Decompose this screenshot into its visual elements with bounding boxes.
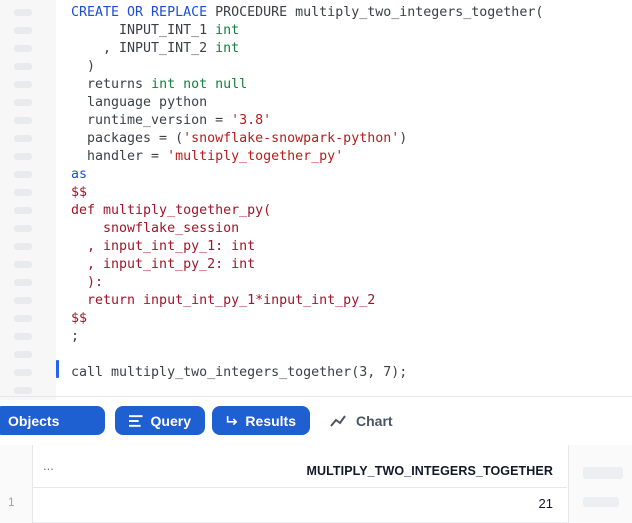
line-number <box>14 351 32 358</box>
line-number <box>14 45 32 52</box>
tab-chart[interactable]: Chart <box>330 406 393 435</box>
code-line[interactable]: , input_int_py_1: int <box>71 238 543 256</box>
code-token: CREATE OR REPLACE <box>71 5 216 20</box>
code-line[interactable]: return input_int_py_1*input_int_py_2 <box>71 292 543 310</box>
code-token: int <box>215 23 240 38</box>
code-line[interactable]: snowflake_session <box>71 220 543 238</box>
code-token: snowflake_session <box>71 221 240 236</box>
code-line[interactable]: ; <box>71 328 543 346</box>
code-token: handler = <box>71 149 168 164</box>
tab-query-label: Query <box>150 412 191 429</box>
line-number <box>14 9 32 16</box>
active-statement-marker <box>56 360 59 378</box>
result-tabs: Objects Query Results Chart <box>0 402 632 438</box>
line-number <box>14 63 32 70</box>
code-token: $$ <box>71 185 88 200</box>
line-number <box>14 387 32 394</box>
code-token: , INPUT_INT_2 <box>71 41 216 56</box>
code-token: int <box>215 41 240 56</box>
query-lines-icon <box>129 414 143 427</box>
code-line[interactable]: INPUT_INT_1 int <box>71 22 543 40</box>
table-cell[interactable]: 21 <box>33 488 567 523</box>
tab-query[interactable]: Query <box>115 406 205 435</box>
code-token: ; <box>71 329 80 344</box>
panel-divider[interactable] <box>0 396 632 397</box>
code-line[interactable]: ) <box>71 58 543 76</box>
line-number <box>14 243 32 250</box>
line-number <box>14 117 32 124</box>
code-line[interactable]: returns int not null <box>71 76 543 94</box>
code-token: ) <box>71 59 96 74</box>
code-token: runtime_version = <box>71 113 232 128</box>
code-token: INPUT_INT_1 <box>71 23 216 38</box>
results-grid: 1 ... MULTIPLY_TWO_INTEGERS_TOGETHER 21 <box>0 445 632 523</box>
line-number <box>14 279 32 286</box>
line-number <box>14 153 32 160</box>
tab-results-label: Results <box>245 412 296 429</box>
line-number <box>14 81 32 88</box>
column-header-label: MULTIPLY_TWO_INTEGERS_TOGETHER <box>306 464 553 478</box>
code-token: PROCEDURE multiply_two_integers_together… <box>215 5 544 20</box>
sql-editor[interactable]: CREATE OR REPLACE PROCEDURE multiply_two… <box>0 0 632 400</box>
line-number <box>14 135 32 142</box>
code-line[interactable]: runtime_version = '3.8' <box>71 112 543 130</box>
code-line[interactable]: , input_int_py_2: int <box>71 256 543 274</box>
inspector-pane <box>568 445 632 523</box>
column-header[interactable]: ... MULTIPLY_TWO_INTEGERS_TOGETHER <box>33 445 567 488</box>
code-line[interactable]: $$ <box>71 310 543 328</box>
line-number-gutter <box>0 0 56 400</box>
cell-value: 21 <box>538 496 553 511</box>
code-token: packages = ( <box>71 131 184 146</box>
code-token: return input_int_py_1*input_int_py_2 <box>71 293 376 308</box>
code-token: as <box>71 167 88 182</box>
code-line[interactable]: packages = ('snowflake-snowpark-python') <box>71 130 543 148</box>
tab-chart-label: Chart <box>356 412 393 429</box>
line-number <box>14 333 32 340</box>
line-number <box>14 171 32 178</box>
code-token: 'snowflake-snowpark-python' <box>183 131 400 146</box>
return-arrow-icon <box>226 415 238 425</box>
line-number <box>14 315 32 322</box>
code-area[interactable]: CREATE OR REPLACE PROCEDURE multiply_two… <box>71 4 543 382</box>
code-token: , input_int_py_1: int <box>71 239 256 254</box>
code-token: $$ <box>71 311 88 326</box>
line-number <box>14 189 32 196</box>
row-number-column <box>0 445 33 523</box>
code-line[interactable]: CREATE OR REPLACE PROCEDURE multiply_two… <box>71 4 543 22</box>
tab-objects-label: Objects <box>8 412 60 429</box>
line-number <box>14 99 32 106</box>
chart-line-icon <box>330 414 346 427</box>
inspector-placeholder <box>583 497 619 507</box>
inspector-placeholder <box>583 467 623 479</box>
code-token: returns <box>71 77 152 92</box>
code-token: def multiply_together_py( <box>71 203 272 218</box>
column-menu-button[interactable]: ... <box>43 458 54 473</box>
code-line[interactable]: as <box>71 166 543 184</box>
code-line[interactable]: call multiply_two_integers_together(3, 7… <box>71 364 543 382</box>
code-token: 'multiply_together_py' <box>167 149 344 164</box>
code-line[interactable]: $$ <box>71 184 543 202</box>
line-number <box>14 261 32 268</box>
code-line[interactable]: ): <box>71 274 543 292</box>
code-line[interactable]: , INPUT_INT_2 int <box>71 40 543 58</box>
tab-objects[interactable]: Objects <box>0 406 105 435</box>
line-number <box>14 225 32 232</box>
code-line[interactable]: language python <box>71 94 543 112</box>
line-number <box>14 369 32 376</box>
code-token: ) <box>399 131 408 146</box>
code-line[interactable] <box>71 346 543 364</box>
code-token: call multiply_two_integers_together(3, 7… <box>71 365 408 380</box>
line-number <box>14 297 32 304</box>
code-token: int not null <box>151 77 248 92</box>
code-line[interactable]: handler = 'multiply_together_py' <box>71 148 543 166</box>
code-token: , input_int_py_2: int <box>71 257 256 272</box>
line-number <box>14 27 32 34</box>
code-token: ): <box>71 275 104 290</box>
tab-results[interactable]: Results <box>212 406 310 435</box>
code-token: language python <box>71 95 208 110</box>
code-line[interactable]: def multiply_together_py( <box>71 202 543 220</box>
code-token: '3.8' <box>231 113 272 128</box>
line-number <box>14 207 32 214</box>
row-number: 1 <box>8 495 15 509</box>
